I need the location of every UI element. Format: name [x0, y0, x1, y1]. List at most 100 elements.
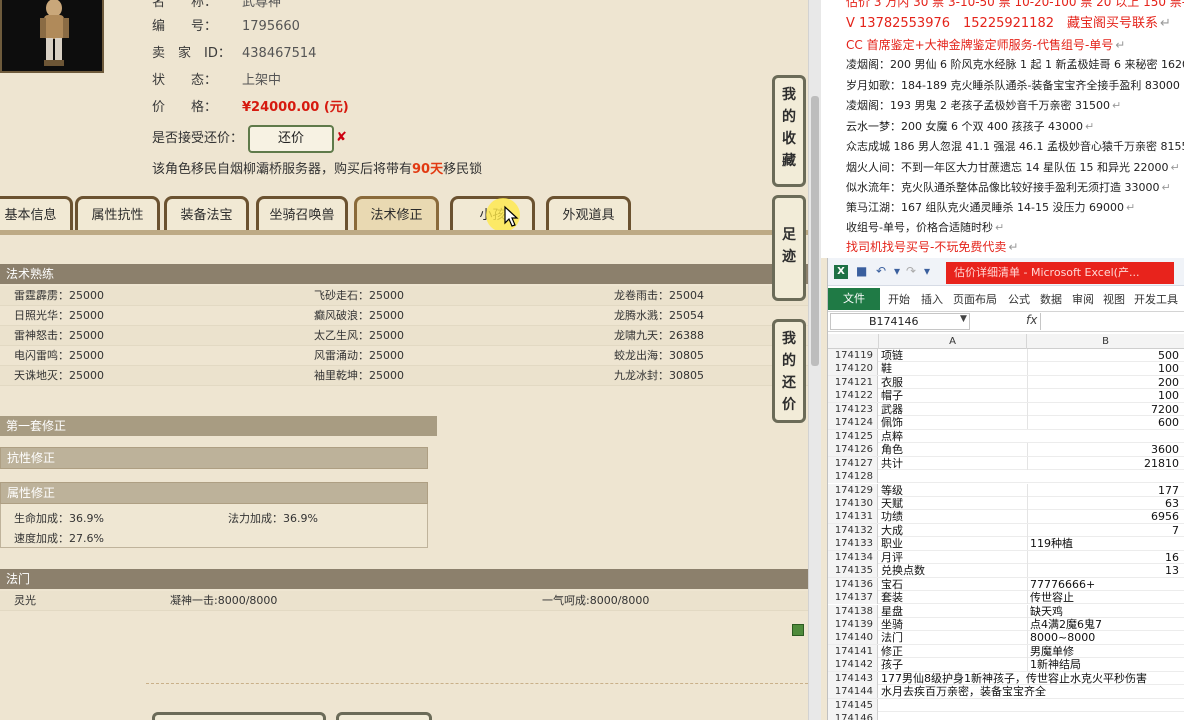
cell-a[interactable]: 等级: [881, 484, 1027, 497]
column-header-b[interactable]: B: [1027, 334, 1184, 349]
cell-a[interactable]: 修正: [881, 645, 1027, 658]
cell-a[interactable]: 法门: [881, 631, 1027, 644]
cell-a[interactable]: 水月去疾百万亲密，装备宝宝齐全: [881, 685, 1046, 698]
cell-a[interactable]: 帽子: [881, 389, 1027, 402]
row-number[interactable]: 174137: [828, 591, 878, 605]
row-number[interactable]: 174146: [828, 712, 878, 720]
cell-b[interactable]: 6956: [1027, 510, 1183, 524]
cell-b[interactable]: 100: [1027, 389, 1183, 403]
cell-b[interactable]: 点4满2魔6鬼7: [1027, 618, 1183, 631]
row-number[interactable]: 174128: [828, 470, 878, 484]
cell-a[interactable]: 角色: [881, 443, 1027, 456]
cell-b[interactable]: 7: [1027, 523, 1183, 537]
undo-icon[interactable]: ↶: [876, 264, 886, 278]
column-header-a[interactable]: A: [879, 334, 1027, 349]
bottom-button[interactable]: [152, 712, 326, 720]
counter-offer-button[interactable]: 还价: [248, 125, 334, 153]
cell-b[interactable]: 119种植: [1027, 537, 1183, 551]
cell-b[interactable]: 21810: [1027, 456, 1183, 470]
ribbon-tab-home[interactable]: 开始: [888, 291, 910, 307]
select-all-corner[interactable]: [828, 334, 879, 349]
cell-a[interactable]: 大成: [881, 524, 1027, 537]
cell-b[interactable]: 16: [1027, 550, 1183, 564]
chevron-down-icon[interactable]: ▼: [960, 314, 967, 324]
ribbon-tab-insert[interactable]: 插入: [921, 291, 943, 307]
chevron-down-icon[interactable]: ▾: [924, 264, 930, 278]
cell-a[interactable]: 天赋: [881, 497, 1027, 510]
tab-basic-info[interactable]: 基本信息: [0, 196, 73, 232]
row-number[interactable]: 174144: [828, 685, 878, 699]
cell-a[interactable]: 坐骑: [881, 618, 1027, 631]
scroll-thumb[interactable]: [811, 96, 819, 366]
row-number[interactable]: 174134: [828, 550, 878, 564]
ribbon-tab-view[interactable]: 视图: [1103, 291, 1125, 307]
cell-a[interactable]: 孩子: [881, 658, 1027, 671]
cell-b[interactable]: 1新神结局: [1027, 658, 1183, 672]
tab-child[interactable]: 小孩: [450, 196, 535, 232]
cell-b[interactable]: 200: [1027, 375, 1183, 389]
row-number[interactable]: 174119: [828, 349, 878, 362]
save-icon[interactable]: ■: [856, 264, 867, 278]
cell-a[interactable]: 武器: [881, 403, 1027, 416]
cell-a[interactable]: 功绩: [881, 510, 1027, 523]
row-number[interactable]: 174143: [828, 671, 878, 685]
cell-a[interactable]: 佩饰: [881, 416, 1027, 429]
cell-b[interactable]: 男魔单修: [1027, 644, 1183, 658]
ribbon-tab-review[interactable]: 审阅: [1072, 291, 1094, 307]
cell-a[interactable]: 点粹: [881, 430, 1027, 443]
function-icon[interactable]: fx: [1026, 313, 1037, 327]
cell-b[interactable]: 100: [1027, 362, 1183, 376]
my-offers-button[interactable]: 我的还价: [772, 319, 806, 423]
name-box[interactable]: B174146: [830, 313, 970, 330]
cell-b[interactable]: 传世容止: [1027, 591, 1183, 605]
cell-a[interactable]: 衣服: [881, 376, 1027, 389]
cell-a[interactable]: 项链: [881, 349, 1027, 362]
cell-a[interactable]: 月评: [881, 551, 1027, 564]
ribbon-tab-developer[interactable]: 开发工具: [1134, 291, 1178, 307]
ribbon-tab-data[interactable]: 数据: [1040, 291, 1062, 307]
row-number[interactable]: 174130: [828, 496, 878, 510]
row-number[interactable]: 174140: [828, 631, 878, 645]
cell-a[interactable]: 兑换点数: [881, 564, 1027, 577]
ribbon-tab-file[interactable]: 文件: [828, 288, 880, 310]
close-icon[interactable]: ✘: [336, 130, 347, 145]
cell-b[interactable]: 63: [1027, 496, 1183, 510]
cell-b[interactable]: 177: [1027, 483, 1183, 497]
tab-appearance[interactable]: 外观道具: [546, 196, 631, 232]
row-number[interactable]: 174132: [828, 523, 878, 537]
row-number[interactable]: 174139: [828, 618, 878, 631]
cell-b[interactable]: 缺天鸡: [1027, 604, 1183, 618]
row-number[interactable]: 174125: [828, 429, 878, 443]
row-number[interactable]: 174124: [828, 416, 878, 430]
chevron-down-icon[interactable]: ▾: [894, 264, 900, 278]
footprint-button[interactable]: 足迹: [772, 195, 806, 301]
row-number[interactable]: 174123: [828, 402, 878, 416]
cell-b[interactable]: 8000~8000: [1027, 631, 1183, 645]
row-number[interactable]: 174121: [828, 375, 878, 389]
game-scrollbar[interactable]: [808, 0, 821, 720]
tab-spell-correction[interactable]: 法术修正: [354, 196, 439, 232]
cell-a[interactable]: 鞋: [881, 362, 1027, 375]
ribbon-tab-formulas[interactable]: 公式: [1008, 291, 1030, 307]
bottom-button[interactable]: [336, 712, 432, 720]
row-number[interactable]: 174126: [828, 443, 878, 457]
cell-b[interactable]: 500: [1027, 349, 1183, 362]
row-number[interactable]: 174129: [828, 483, 878, 497]
row-number[interactable]: 174120: [828, 362, 878, 376]
ribbon-tab-page-layout[interactable]: 页面布局: [953, 291, 997, 307]
row-number[interactable]: 174122: [828, 389, 878, 403]
row-number[interactable]: 174142: [828, 658, 878, 672]
row-number[interactable]: 174138: [828, 604, 878, 618]
cell-a[interactable]: 职业: [881, 537, 1027, 550]
tab-mounts-pets[interactable]: 坐骑召唤兽: [256, 196, 348, 232]
row-number[interactable]: 174127: [828, 456, 878, 470]
row-number[interactable]: 174135: [828, 564, 878, 578]
cell-a[interactable]: 星盘: [881, 605, 1027, 618]
cell-a[interactable]: 177男仙8级护身1新神孩子，传世容止水克火平秒伤害: [881, 672, 1147, 685]
tab-equipment[interactable]: 装备法宝: [164, 196, 249, 232]
row-number[interactable]: 174141: [828, 644, 878, 658]
cell-b[interactable]: 600: [1027, 416, 1183, 430]
cell-b[interactable]: 3600: [1027, 443, 1183, 457]
cell-b[interactable]: 7200: [1027, 402, 1183, 416]
cell-a[interactable]: 套装: [881, 591, 1027, 604]
